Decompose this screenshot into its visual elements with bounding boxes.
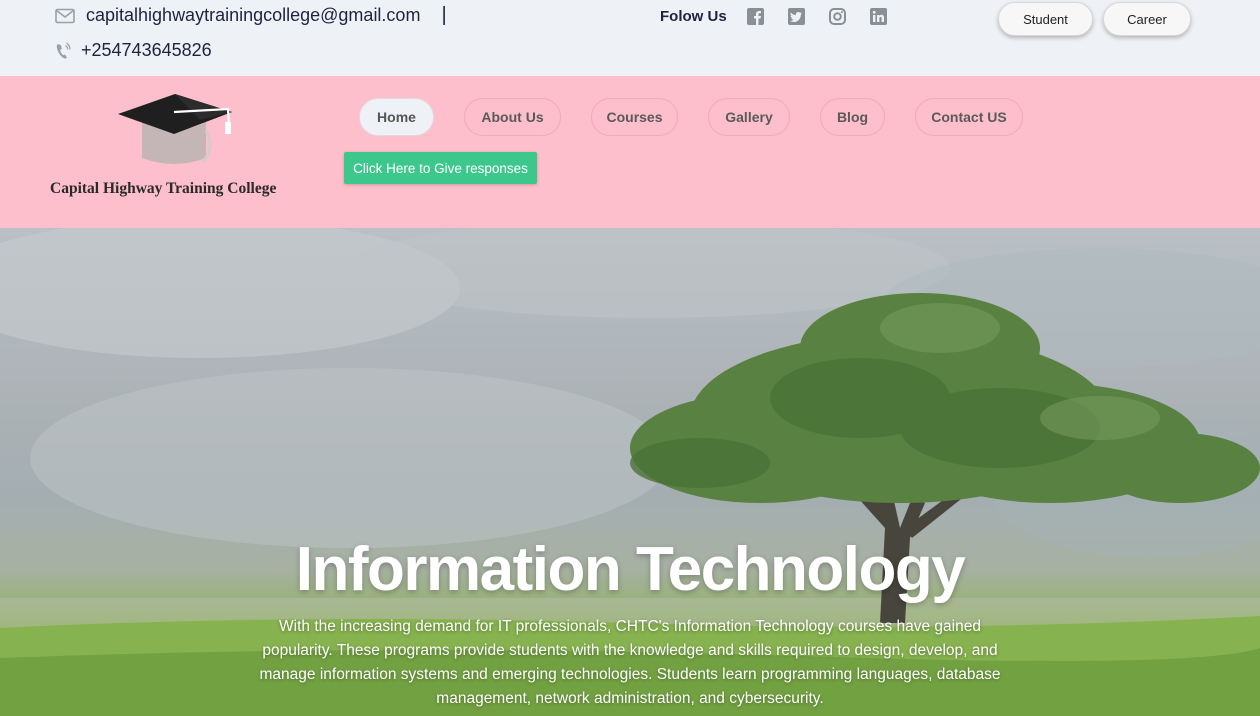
give-responses-button[interactable]: Click Here to Give responses: [344, 152, 537, 184]
site-header: Capital Highway Training College Home Ab…: [0, 76, 1260, 228]
hero-banner: Information Technology With the increasi…: [0, 228, 1260, 716]
follow-us: Folow Us: [660, 8, 911, 25]
facebook-icon[interactable]: [746, 8, 764, 25]
nav-contact-us[interactable]: Contact US: [915, 98, 1023, 136]
nav-gallery[interactable]: Gallery: [708, 98, 790, 136]
phone-icon: [55, 41, 71, 60]
contact-email: capitalhighwaytrainingcollege@gmail.com …: [55, 4, 447, 27]
twitter-icon[interactable]: [787, 8, 805, 25]
career-button[interactable]: Career: [1103, 2, 1191, 36]
hero-title: Information Technology: [295, 535, 966, 604]
college-logo[interactable]: Capital Highway Training College: [50, 90, 320, 197]
linkedin-icon[interactable]: [869, 8, 887, 25]
hero-description: With the increasing demand for IT profes…: [259, 618, 1001, 707]
separator: |: [441, 4, 447, 26]
phone-number[interactable]: +254743645826: [81, 40, 212, 61]
nav-blog[interactable]: Blog: [820, 98, 885, 136]
top-contact-bar: capitalhighwaytrainingcollege@gmail.com …: [0, 0, 1260, 76]
nav-courses[interactable]: Courses: [591, 98, 678, 136]
follow-us-label: Folow Us: [660, 8, 727, 25]
contact-phone: +254743645826: [55, 40, 212, 61]
logo-text: Capital Highway Training College: [50, 180, 277, 197]
student-button[interactable]: Student: [998, 2, 1093, 36]
nav-about-us[interactable]: About Us: [464, 98, 561, 136]
email-address[interactable]: capitalhighwaytrainingcollege@gmail.com: [86, 5, 420, 26]
instagram-icon[interactable]: [828, 8, 846, 25]
nav-home[interactable]: Home: [359, 98, 434, 136]
envelope-icon: [55, 8, 75, 24]
